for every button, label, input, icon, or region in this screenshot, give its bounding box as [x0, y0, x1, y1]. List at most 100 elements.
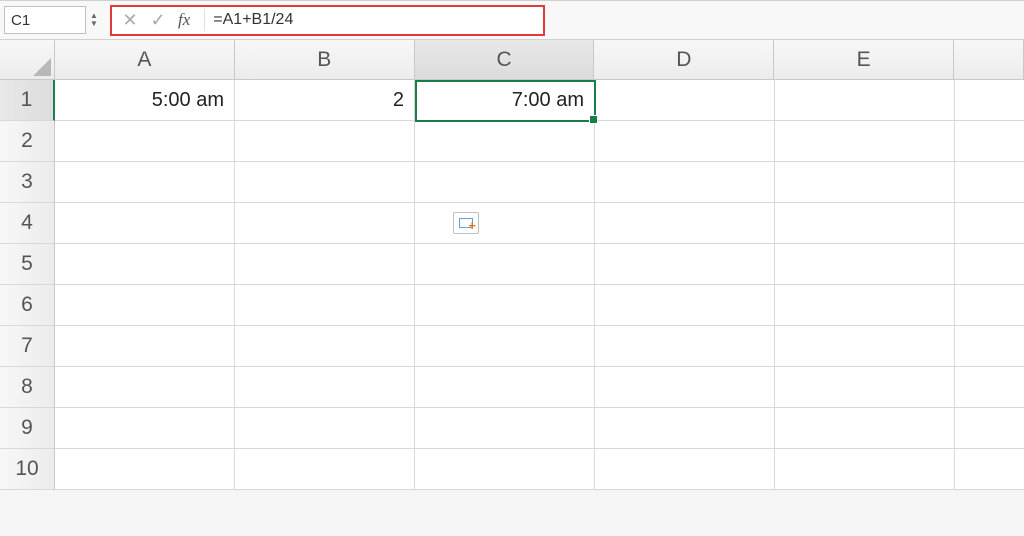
autofill-options-icon[interactable]: +: [453, 212, 479, 234]
cell-E7[interactable]: [775, 326, 955, 367]
cell-A7[interactable]: [55, 326, 235, 367]
cell-D4[interactable]: [595, 203, 775, 244]
cell-B5[interactable]: [235, 244, 415, 285]
row-header-4[interactable]: 4: [0, 203, 55, 244]
cell-C4[interactable]: [415, 203, 595, 244]
row-header-9[interactable]: 9: [0, 408, 55, 449]
cell-F2[interactable]: [955, 121, 1024, 162]
cell-A10[interactable]: [55, 449, 235, 490]
cell-D5[interactable]: [595, 244, 775, 285]
table-row: 5:00 am 2 7:00 am: [55, 80, 1024, 121]
column-headers: A B C D E: [0, 40, 1024, 80]
cell-B9[interactable]: [235, 408, 415, 449]
cell-E10[interactable]: [775, 449, 955, 490]
cell-B10[interactable]: [235, 449, 415, 490]
cell-D6[interactable]: [595, 285, 775, 326]
cell-B3[interactable]: [235, 162, 415, 203]
table-row: [55, 449, 1024, 490]
col-header-F[interactable]: [954, 40, 1024, 80]
select-all-corner[interactable]: [0, 40, 55, 80]
cell-E3[interactable]: [775, 162, 955, 203]
cell-D7[interactable]: [595, 326, 775, 367]
cell-A8[interactable]: [55, 367, 235, 408]
cell-F6[interactable]: [955, 285, 1024, 326]
cell-C5[interactable]: [415, 244, 595, 285]
cell-A5[interactable]: [55, 244, 235, 285]
cell-A2[interactable]: [55, 121, 235, 162]
cancel-icon[interactable]: ✕: [120, 10, 140, 31]
cell-B2[interactable]: [235, 121, 415, 162]
cell-E2[interactable]: [775, 121, 955, 162]
cell-E6[interactable]: [775, 285, 955, 326]
cell-D1[interactable]: [595, 80, 775, 121]
cell-D8[interactable]: [595, 367, 775, 408]
formula-input[interactable]: [213, 11, 543, 29]
cell-C9[interactable]: [415, 408, 595, 449]
col-header-D[interactable]: D: [594, 40, 774, 80]
cell-B6[interactable]: [235, 285, 415, 326]
fx-icon[interactable]: fx: [176, 10, 192, 30]
cell-B8[interactable]: [235, 367, 415, 408]
col-header-E[interactable]: E: [774, 40, 954, 80]
cell-A4[interactable]: [55, 203, 235, 244]
row-header-6[interactable]: 6: [0, 285, 55, 326]
table-row: [55, 121, 1024, 162]
cell-C8[interactable]: [415, 367, 595, 408]
cell-E4[interactable]: [775, 203, 955, 244]
col-header-A[interactable]: A: [55, 40, 235, 80]
formula-box-highlighted: ✕ ✓ fx: [110, 5, 545, 36]
cell-B4[interactable]: [235, 203, 415, 244]
table-row: [55, 326, 1024, 367]
row-header-5[interactable]: 5: [0, 244, 55, 285]
cell-A1[interactable]: 5:00 am: [55, 80, 235, 121]
table-row: [55, 244, 1024, 285]
cell-E8[interactable]: [775, 367, 955, 408]
row-header-1[interactable]: 1: [0, 80, 55, 121]
cell-C3[interactable]: [415, 162, 595, 203]
cell-B7[interactable]: [235, 326, 415, 367]
cells-container: 5:00 am 2 7:00 am: [55, 80, 1024, 490]
table-row: [55, 285, 1024, 326]
plus-icon: +: [468, 221, 476, 231]
cell-C7[interactable]: [415, 326, 595, 367]
col-header-B[interactable]: B: [235, 40, 415, 80]
row-header-7[interactable]: 7: [0, 326, 55, 367]
cell-F5[interactable]: [955, 244, 1024, 285]
cell-E1[interactable]: [775, 80, 955, 121]
cell-C6[interactable]: [415, 285, 595, 326]
name-box[interactable]: C1: [4, 6, 86, 34]
cell-D10[interactable]: [595, 449, 775, 490]
cell-F4[interactable]: [955, 203, 1024, 244]
cell-E9[interactable]: [775, 408, 955, 449]
cell-F3[interactable]: [955, 162, 1024, 203]
cell-D2[interactable]: [595, 121, 775, 162]
table-row: [55, 367, 1024, 408]
divider: [204, 9, 205, 31]
table-row: [55, 203, 1024, 244]
cell-D3[interactable]: [595, 162, 775, 203]
name-box-stepper[interactable]: ▲ ▼: [90, 12, 104, 28]
cell-C2[interactable]: [415, 121, 595, 162]
cell-C1[interactable]: 7:00 am: [415, 80, 595, 121]
cell-B1[interactable]: 2: [235, 80, 415, 121]
cell-D9[interactable]: [595, 408, 775, 449]
cell-A9[interactable]: [55, 408, 235, 449]
cell-F9[interactable]: [955, 408, 1024, 449]
cell-F1[interactable]: [955, 80, 1024, 121]
cell-F7[interactable]: [955, 326, 1024, 367]
cell-A6[interactable]: [55, 285, 235, 326]
cell-F8[interactable]: [955, 367, 1024, 408]
row-header-8[interactable]: 8: [0, 367, 55, 408]
row-header-10[interactable]: 10: [0, 449, 55, 490]
row-header-2[interactable]: 2: [0, 121, 55, 162]
enter-icon[interactable]: ✓: [148, 10, 168, 31]
cell-A3[interactable]: [55, 162, 235, 203]
row-headers: 1 2 3 4 5 6 7 8 9 10: [0, 80, 55, 490]
row-header-3[interactable]: 3: [0, 162, 55, 203]
col-header-C[interactable]: C: [415, 40, 595, 80]
cell-E5[interactable]: [775, 244, 955, 285]
cell-C10[interactable]: [415, 449, 595, 490]
cell-F10[interactable]: [955, 449, 1024, 490]
stepper-down-icon[interactable]: ▼: [90, 20, 104, 28]
formula-bar: C1 ▲ ▼ ✕ ✓ fx: [0, 0, 1024, 40]
